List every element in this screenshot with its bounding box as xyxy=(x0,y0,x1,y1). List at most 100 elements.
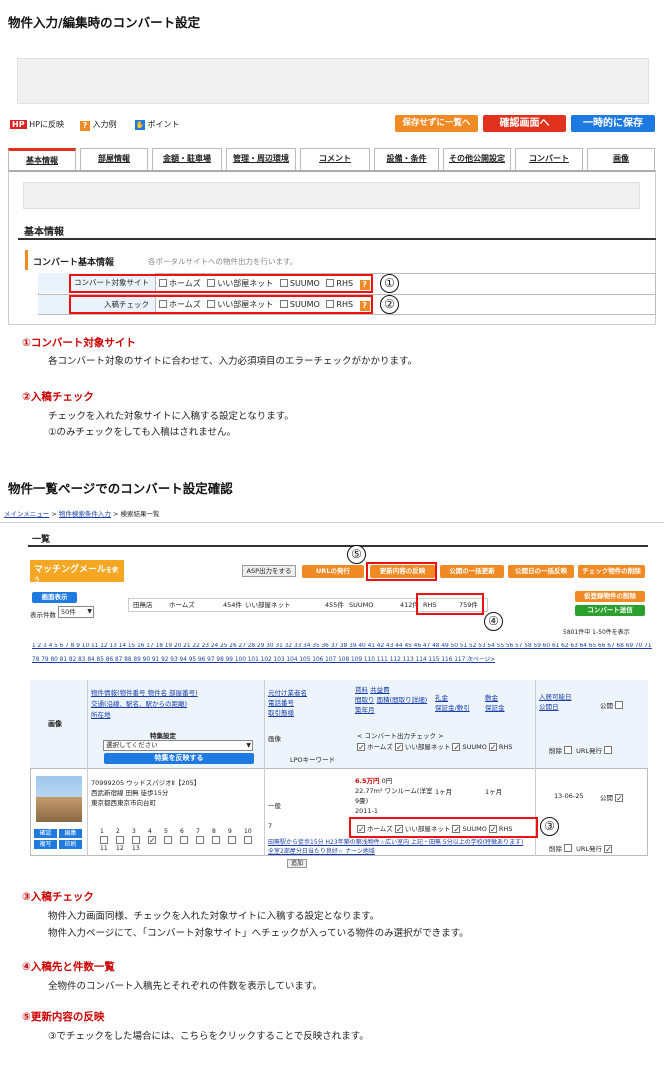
tab-price-parking[interactable]: 金額・駐車場 xyxy=(152,148,222,170)
col-built[interactable]: 築年月 xyxy=(355,705,427,715)
slot-checkbox[interactable] xyxy=(148,836,156,844)
highlight-box-3 xyxy=(349,817,538,838)
chevron-down-icon: ▼ xyxy=(246,742,251,749)
tab-management[interactable]: 管理・周辺環境 xyxy=(226,148,296,170)
tab-comment[interactable]: コメント xyxy=(300,148,370,170)
public-all-checkbox[interactable] xyxy=(615,701,624,709)
public-bulk-update-button[interactable]: 公開の一括更新 xyxy=(440,565,504,578)
slot-checkbox[interactable] xyxy=(212,836,220,844)
confirm-screen-button[interactable]: 確認画面へ xyxy=(483,115,566,132)
iiheya-checkbox[interactable] xyxy=(394,743,403,751)
col-phone[interactable]: 電話番号 xyxy=(268,698,307,708)
slot-checkbox[interactable] xyxy=(180,836,188,844)
highlight-box-2 xyxy=(69,295,373,314)
per-page-label: 表示件数 xyxy=(30,611,56,619)
input-example-link[interactable]: ? 入力例 xyxy=(80,119,117,131)
slot-num: 12 xyxy=(116,845,124,852)
col-key[interactable]: 礼金 xyxy=(435,693,470,703)
note-line: ③でチェックをした場合には、こちらをクリックすることで反映されます。 xyxy=(48,1031,369,1042)
convert-basic-note: 各ポータルサイトへの物件出力を行います。 xyxy=(148,257,298,266)
sub-heading-bar xyxy=(25,250,28,270)
copy-button[interactable]: 複写 xyxy=(34,840,57,849)
col-shiki[interactable]: 敷金 xyxy=(485,693,505,703)
tab-room[interactable]: 部屋情報 xyxy=(80,148,148,170)
delete-label: 削除 xyxy=(549,845,562,853)
col-tenant[interactable]: 元付け業者名 xyxy=(268,688,307,698)
slot-checkbox[interactable] xyxy=(132,836,140,844)
col-deposit[interactable]: 保証金/敷引 xyxy=(435,703,470,713)
slot-checkbox[interactable] xyxy=(100,836,108,844)
row-comment[interactable]: 田無駅から徒歩15分 H23年築の築浅物件☆広い室内 上記・田無 5分以上の学校… xyxy=(268,838,530,856)
convert-send-button[interactable]: コンバート送信 xyxy=(575,605,645,616)
slot-checkbox[interactable] xyxy=(116,836,124,844)
slot-checkbox[interactable] xyxy=(164,836,172,844)
col-common[interactable]: 共益費 xyxy=(370,686,390,694)
marker-1: ① xyxy=(380,274,399,293)
tab-other-public[interactable]: その他公開設定 xyxy=(443,148,511,170)
tab-image[interactable]: 画像 xyxy=(587,148,655,170)
property-thumbnail[interactable] xyxy=(36,776,82,822)
point-link[interactable]: ✋ ポイント xyxy=(135,119,180,130)
col-rent[interactable]: 賃料 xyxy=(355,686,368,694)
confirm-button[interactable]: 確認 xyxy=(34,829,57,838)
per-page-select[interactable]: 50件 ▼ xyxy=(58,606,94,618)
col-info[interactable]: 物件情報(物件番号 物件名 部屋番号) xyxy=(91,688,198,699)
note-title-1: ①コンバート対象サイト xyxy=(22,337,136,349)
info-banner xyxy=(23,182,640,209)
rhs-checkbox[interactable] xyxy=(488,743,497,751)
slot-checkbox[interactable] xyxy=(228,836,236,844)
matching-mail-banner[interactable]: マッチングメールを使う matching mail xyxy=(30,560,124,590)
add-button[interactable]: 追加 xyxy=(287,859,307,868)
slot-num: 4 xyxy=(148,828,152,835)
delete-all-checkbox[interactable] xyxy=(564,746,573,754)
save-without-list-button[interactable]: 保存せずに一覧へ xyxy=(395,115,478,132)
col-key-header: 礼金 保証金/敷引 xyxy=(435,693,470,713)
special-reflect-button[interactable]: 特集を反映する xyxy=(104,753,254,764)
hp-reflect-link[interactable]: HP HPに反映 xyxy=(10,119,64,130)
note-line: 物件入力画面同様、チェックを入れた対象サイトに入稿する設定となります。 xyxy=(48,911,380,922)
slot-checkbox[interactable] xyxy=(196,836,204,844)
col-pubdate[interactable]: 公開日 xyxy=(539,702,572,712)
rent-value: 6.5万円 xyxy=(355,777,380,785)
pagination-1[interactable]: 1 2 3 4 5 6 7 8 9 10 11 12 13 14 15 16 1… xyxy=(32,643,652,649)
breadcrumb-main[interactable]: メインメニュー xyxy=(4,510,49,518)
lpo-keyword: LPOキーワード xyxy=(290,756,336,764)
breadcrumb-search[interactable]: 物件検索条件入力 xyxy=(59,510,111,518)
note-title-2: ②入稿チェック xyxy=(22,391,94,403)
pagination-2[interactable]: 78 79 80 81 82 83 84 85 86 87 88 89 90 9… xyxy=(32,654,652,663)
edit-button[interactable]: 編集 xyxy=(59,829,82,838)
col-location[interactable]: 所在地 xyxy=(91,710,198,721)
asp-output-button[interactable]: ASP出力をする xyxy=(242,565,296,577)
bulk-display-button[interactable]: 画面表示 xyxy=(32,592,77,603)
homes-checkbox[interactable] xyxy=(357,743,365,751)
slot-num: 3 xyxy=(132,828,136,835)
pubdate-bulk-reflect-button[interactable]: 公開日の一括反映 xyxy=(508,565,574,578)
breadcrumb: メインメニュー > 物件検索条件入力 > 検索結果一覧 xyxy=(4,510,160,518)
col-traffic[interactable]: 交通(沿線、駅名、駅からの距離) xyxy=(91,699,198,710)
col-guarantee[interactable]: 保証金 xyxy=(485,703,505,713)
url-issue-checkbox[interactable] xyxy=(604,845,613,853)
highlight-box-1 xyxy=(69,274,373,293)
url-issue-all-checkbox[interactable] xyxy=(604,746,613,754)
delete-provisional-button[interactable]: 仮登録物件の削除 xyxy=(575,591,645,602)
print-button[interactable]: 印刷 xyxy=(59,840,82,849)
col-layout[interactable]: 間取り xyxy=(355,696,375,704)
chevron-down-icon: ▼ xyxy=(87,608,92,615)
check-delete-button[interactable]: チェック物件の削除 xyxy=(578,565,645,578)
col-area[interactable]: 面積(間取り詳細) xyxy=(377,696,428,704)
temporary-save-button[interactable]: 一時的に保存 xyxy=(571,115,655,132)
url-issue-button[interactable]: URLの発行 xyxy=(302,565,364,578)
col-avail[interactable]: 入居可能日 xyxy=(539,692,572,702)
slot-num: 1 xyxy=(100,828,104,835)
slot-checkbox[interactable] xyxy=(244,836,252,844)
col-deal[interactable]: 取引態様 xyxy=(268,708,307,718)
delete-checkbox[interactable] xyxy=(564,844,573,852)
special-select[interactable]: 選択してください ▼ xyxy=(103,740,253,751)
tab-equipment[interactable]: 設備・条件 xyxy=(374,148,439,170)
suumo-checkbox[interactable] xyxy=(452,743,461,751)
count-name: ホームズ xyxy=(169,601,195,609)
tab-basic[interactable]: 基本情報 xyxy=(8,148,76,170)
tab-convert[interactable]: コンバート xyxy=(515,148,583,170)
public-checkbox[interactable] xyxy=(615,794,624,802)
site-label: いい部屋ネット xyxy=(404,743,451,751)
